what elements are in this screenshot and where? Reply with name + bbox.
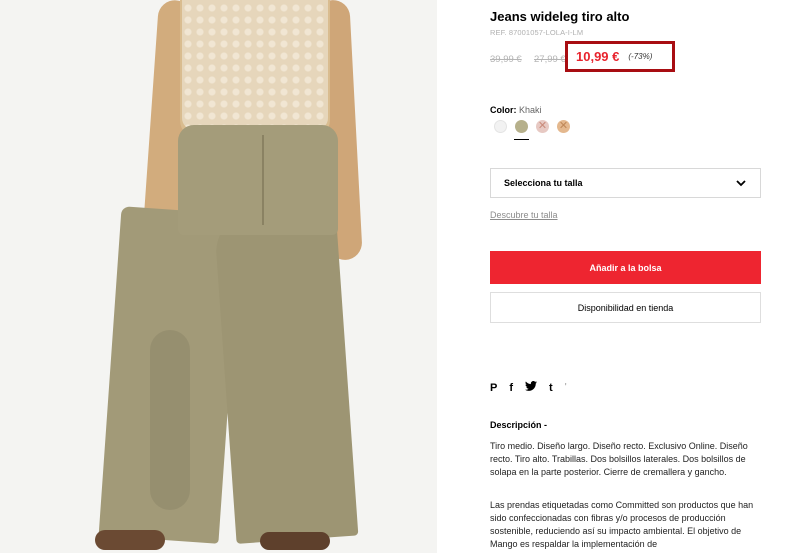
sale-price-highlight: 10,99 € (-73%) (565, 41, 675, 72)
crochet-top (182, 0, 328, 130)
size-select[interactable]: Selecciona tu talla (490, 168, 761, 198)
facebook-icon[interactable]: f (509, 381, 513, 395)
color-label-title: Color: (490, 105, 517, 115)
size-guide-link[interactable]: Descubre tu talla (490, 210, 558, 220)
unavailable-cross-icon: ✕ (537, 120, 548, 132)
pinterest-icon[interactable]: P (490, 381, 497, 395)
share-more: ' (564, 382, 567, 393)
color-swatch-white[interactable] (494, 120, 507, 133)
color-label: Color: Khaki (490, 105, 542, 115)
color-swatch-khaki[interactable] (515, 120, 528, 133)
share-bar: P f t ' (490, 381, 567, 395)
color-value: Khaki (519, 105, 542, 115)
jeans-fly-seam (262, 135, 264, 225)
product-title: Jeans wideleg tiro alto (490, 9, 630, 24)
jeans-fold-shadow (150, 330, 190, 510)
jeans-waist (178, 125, 338, 235)
product-reference: REF. 87001057-LOLA-I-LM (490, 28, 584, 37)
description-title[interactable]: Descripción - (490, 420, 547, 430)
description-paragraph: Tiro medio. Diseño largo. Diseño recto. … (490, 441, 748, 477)
discount-badge: (-73%) (628, 52, 653, 61)
sale-price: 10,99 € (576, 49, 620, 64)
previous-price: 27,99 € (534, 54, 566, 65)
jeans-leg-right (213, 206, 359, 544)
add-to-bag-button[interactable]: Añadir a la bolsa (490, 251, 761, 284)
twitter-bird-shape (525, 381, 538, 391)
sandal-left (95, 530, 165, 550)
twitter-icon[interactable] (525, 381, 538, 395)
product-image[interactable] (0, 0, 437, 553)
unavailable-cross-icon: ✕ (558, 120, 569, 132)
description-paragraph: Las prendas etiquetadas como Committed s… (490, 500, 754, 549)
tumblr-icon[interactable]: t (549, 381, 553, 395)
store-availability-button[interactable]: Disponibilidad en tienda (490, 292, 761, 323)
chevron-down-icon (736, 180, 746, 187)
size-select-label: Selecciona tu talla (504, 178, 583, 188)
original-price: 39,99 € (490, 54, 522, 65)
sandal-right (260, 532, 330, 550)
selected-swatch-indicator (514, 139, 529, 140)
